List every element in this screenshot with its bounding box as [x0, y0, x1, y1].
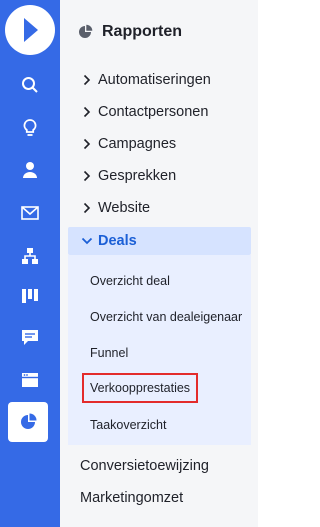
browser-window-icon [22, 373, 38, 387]
chevron-down-icon [80, 237, 94, 245]
pie-chart-icon [79, 24, 93, 38]
chevron-right-icon [80, 106, 94, 118]
nav-item-website[interactable]: Website [68, 194, 251, 222]
sub-item-verkoopprestaties[interactable]: Verkoopprestaties [81, 373, 199, 403]
logo-chevron-icon [24, 18, 38, 42]
lightbulb-icon [23, 119, 37, 136]
nav-item-label: Gesprekken [98, 168, 177, 184]
rail-campaigns[interactable] [0, 195, 60, 231]
sub-item-overzicht-dealeigenaar[interactable]: Overzicht van dealeigenaar [90, 307, 242, 327]
chevron-right-icon [80, 170, 94, 182]
chevron-right-icon [80, 74, 94, 86]
rail-automations[interactable] [0, 238, 60, 274]
deals-submenu: Overzicht deal Overzicht van dealeigenaa… [68, 255, 251, 445]
rail-contacts[interactable] [0, 152, 60, 188]
app-rail [0, 0, 60, 527]
sitemap-icon [22, 248, 38, 264]
rail-conversations[interactable] [0, 320, 60, 356]
rail-deals[interactable] [0, 278, 60, 314]
rail-ideas[interactable] [0, 110, 60, 146]
sub-item-overzicht-deal[interactable]: Overzicht deal [90, 271, 170, 291]
nav-item-deals[interactable]: Deals [68, 227, 251, 255]
pie-chart-icon [21, 413, 37, 429]
chat-icon [22, 330, 38, 345]
panel-title: Rapporten [102, 23, 182, 40]
chevron-right-icon [80, 202, 94, 214]
nav-item-gesprekken[interactable]: Gesprekken [68, 162, 251, 190]
nav-item-label: Deals [98, 233, 137, 249]
nav-item-conversietoewijzing[interactable]: Conversietoewijzing [80, 455, 209, 477]
nav-item-label: Campagnes [98, 136, 177, 152]
reports-panel: Rapporten Automatiseringen Contactperson… [60, 0, 258, 527]
panel-header: Rapporten [78, 20, 182, 44]
nav-item-contactpersonen[interactable]: Contactpersonen [68, 98, 251, 126]
person-icon [23, 162, 37, 178]
nav-item-campagnes[interactable]: Campagnes [68, 130, 251, 158]
nav-item-label: Website [98, 200, 151, 216]
nav-item-label: Automatiseringen [98, 72, 211, 88]
sub-item-funnel[interactable]: Funnel [90, 343, 128, 363]
sub-item-taakoverzicht[interactable]: Taakoverzicht [90, 415, 166, 435]
rail-website[interactable] [0, 362, 60, 398]
kanban-icon [22, 289, 38, 303]
nav-item-marketingomzet[interactable]: Marketingomzet [80, 487, 183, 509]
chevron-right-icon [80, 138, 94, 150]
nav-item-automatiseringen[interactable]: Automatiseringen [68, 66, 251, 94]
envelope-icon [21, 206, 39, 220]
rail-search[interactable] [0, 67, 60, 103]
rail-reports[interactable] [8, 402, 48, 442]
search-icon [22, 77, 38, 93]
nav-item-label: Contactpersonen [98, 104, 209, 120]
logo[interactable] [5, 5, 55, 55]
